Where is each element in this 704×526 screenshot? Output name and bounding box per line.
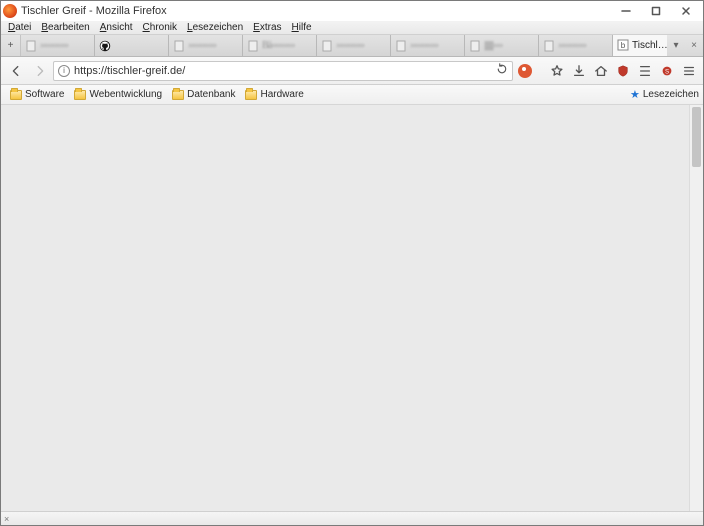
tab-overflow-button[interactable]: ▾ [667, 35, 685, 56]
reload-button[interactable] [496, 63, 508, 78]
svg-text:b: b [621, 41, 626, 50]
search-engine-icon[interactable] [515, 61, 535, 81]
bookmark-label: Webentwicklung [89, 89, 162, 100]
new-tab-button[interactable]: + [1, 35, 21, 56]
shield-icon[interactable] [613, 61, 633, 81]
tabstrip: + ››››››››››››››››››››››››Bä››››››››››››… [1, 35, 703, 57]
tab-close-window[interactable]: × [685, 35, 703, 56]
vertical-scrollbar[interactable] [689, 105, 703, 511]
firefox-window: Tischler Greif - Mozilla Firefox Datei B… [0, 0, 704, 526]
tab-label: ›››››››››››› [40, 40, 90, 51]
tab-label: Tischler Greif [632, 40, 667, 51]
tab-5[interactable]: ›››››››››››› [391, 35, 465, 56]
forward-button[interactable] [29, 60, 51, 82]
addon-icon[interactable]: S [657, 61, 677, 81]
tab-label: |||||||||›››› [484, 40, 534, 51]
tabs-container: ›››››››››››› ›››››››››››› Bä›››››››››› ››››… [21, 35, 667, 56]
menu-icon[interactable] [679, 61, 699, 81]
scrollbar-thumb[interactable] [692, 107, 701, 167]
bookmarks-sidebar-toggle[interactable]: ★ Lesezeichen [630, 88, 699, 101]
menu-hilfe[interactable]: Hilfe [287, 22, 317, 33]
site-info-icon[interactable]: i [58, 65, 70, 77]
page-icon [395, 40, 407, 52]
bookmark-label: Hardware [260, 89, 303, 100]
folder-icon [245, 90, 257, 100]
menu-ansicht[interactable]: Ansicht [95, 22, 138, 33]
statusbar-close[interactable]: × [4, 514, 9, 524]
menu-lesezeichen[interactable]: Lesezeichen [182, 22, 248, 33]
menu-extras[interactable]: Extras [248, 22, 286, 33]
firefox-icon [3, 4, 17, 18]
tab-0[interactable]: ›››››››››››› [21, 35, 95, 56]
page-icon [469, 40, 481, 52]
bookmarks-items: Software Webentwicklung Datenbank Hardware [5, 89, 309, 100]
tab-3[interactable]: Bä›››››››››› [243, 35, 317, 56]
bookmarks-bar: SoftwareWebentwicklungDatenbankHardware … [1, 85, 703, 105]
menu-chronik[interactable]: Chronik [138, 22, 182, 33]
tab-6[interactable]: |||||||||›››› [465, 35, 539, 56]
bookmark-label: Datenbank [187, 89, 235, 100]
tab-1[interactable] [95, 35, 169, 56]
url-input[interactable] [74, 63, 492, 79]
content-area [1, 105, 703, 511]
folder-icon [10, 90, 22, 100]
minimize-button[interactable] [611, 1, 641, 21]
menu-datei[interactable]: Datei [3, 22, 36, 33]
bookmark-folder-software[interactable]: Software [5, 89, 69, 100]
svg-text:S: S [665, 68, 669, 75]
page-icon [543, 40, 555, 52]
tab-7[interactable]: ›››››››››››› [539, 35, 613, 56]
tab-label: Bä›››››››››› [262, 40, 312, 51]
page-icon: b [617, 39, 629, 51]
maximize-button[interactable] [641, 1, 671, 21]
folder-icon [74, 90, 86, 100]
duckduckgo-icon [518, 64, 532, 78]
window-buttons [611, 1, 701, 21]
page-icon [321, 40, 333, 52]
close-button[interactable] [671, 1, 701, 21]
bookmark-folder-webentwicklung[interactable]: Webentwicklung [69, 89, 167, 100]
page-icon [25, 40, 37, 52]
page-icon [173, 40, 185, 52]
bookmark-label: Software [25, 89, 64, 100]
window-title: Tischler Greif - Mozilla Firefox [21, 5, 611, 17]
statusbar: × [1, 511, 703, 525]
tab-8[interactable]: bTischler Greif× [613, 35, 667, 56]
tab-2[interactable]: ›››››››››››› [169, 35, 243, 56]
url-box[interactable]: i [53, 61, 513, 81]
menubar: Datei Bearbeiten Ansicht Chronik Lesezei… [1, 21, 703, 35]
page-content[interactable] [1, 105, 689, 511]
bookmark-folder-datenbank[interactable]: Datenbank [167, 89, 240, 100]
navbar: i S [1, 57, 703, 85]
tab-label: ›››››››››››› [188, 40, 238, 51]
folder-icon [172, 90, 184, 100]
tab-label: ›››››››››››› [410, 40, 460, 51]
library-icon[interactable] [635, 61, 655, 81]
tab-label: ›››››››››››› [336, 40, 386, 51]
bookmark-blue-star-icon: ★ [630, 88, 640, 101]
home-icon[interactable] [591, 61, 611, 81]
page-icon [247, 40, 259, 52]
menu-bearbeiten[interactable]: Bearbeiten [36, 22, 94, 33]
back-button[interactable] [5, 60, 27, 82]
download-icon[interactable] [569, 61, 589, 81]
titlebar: Tischler Greif - Mozilla Firefox [1, 1, 703, 21]
tab-label: ›››››››››››› [558, 40, 608, 51]
tab-4[interactable]: ›››››››››››› [317, 35, 391, 56]
github-icon [99, 40, 111, 52]
bookmark-star-icon[interactable] [547, 61, 567, 81]
bookmarks-side-label: Lesezeichen [643, 89, 699, 100]
bookmark-folder-hardware[interactable]: Hardware [240, 89, 308, 100]
